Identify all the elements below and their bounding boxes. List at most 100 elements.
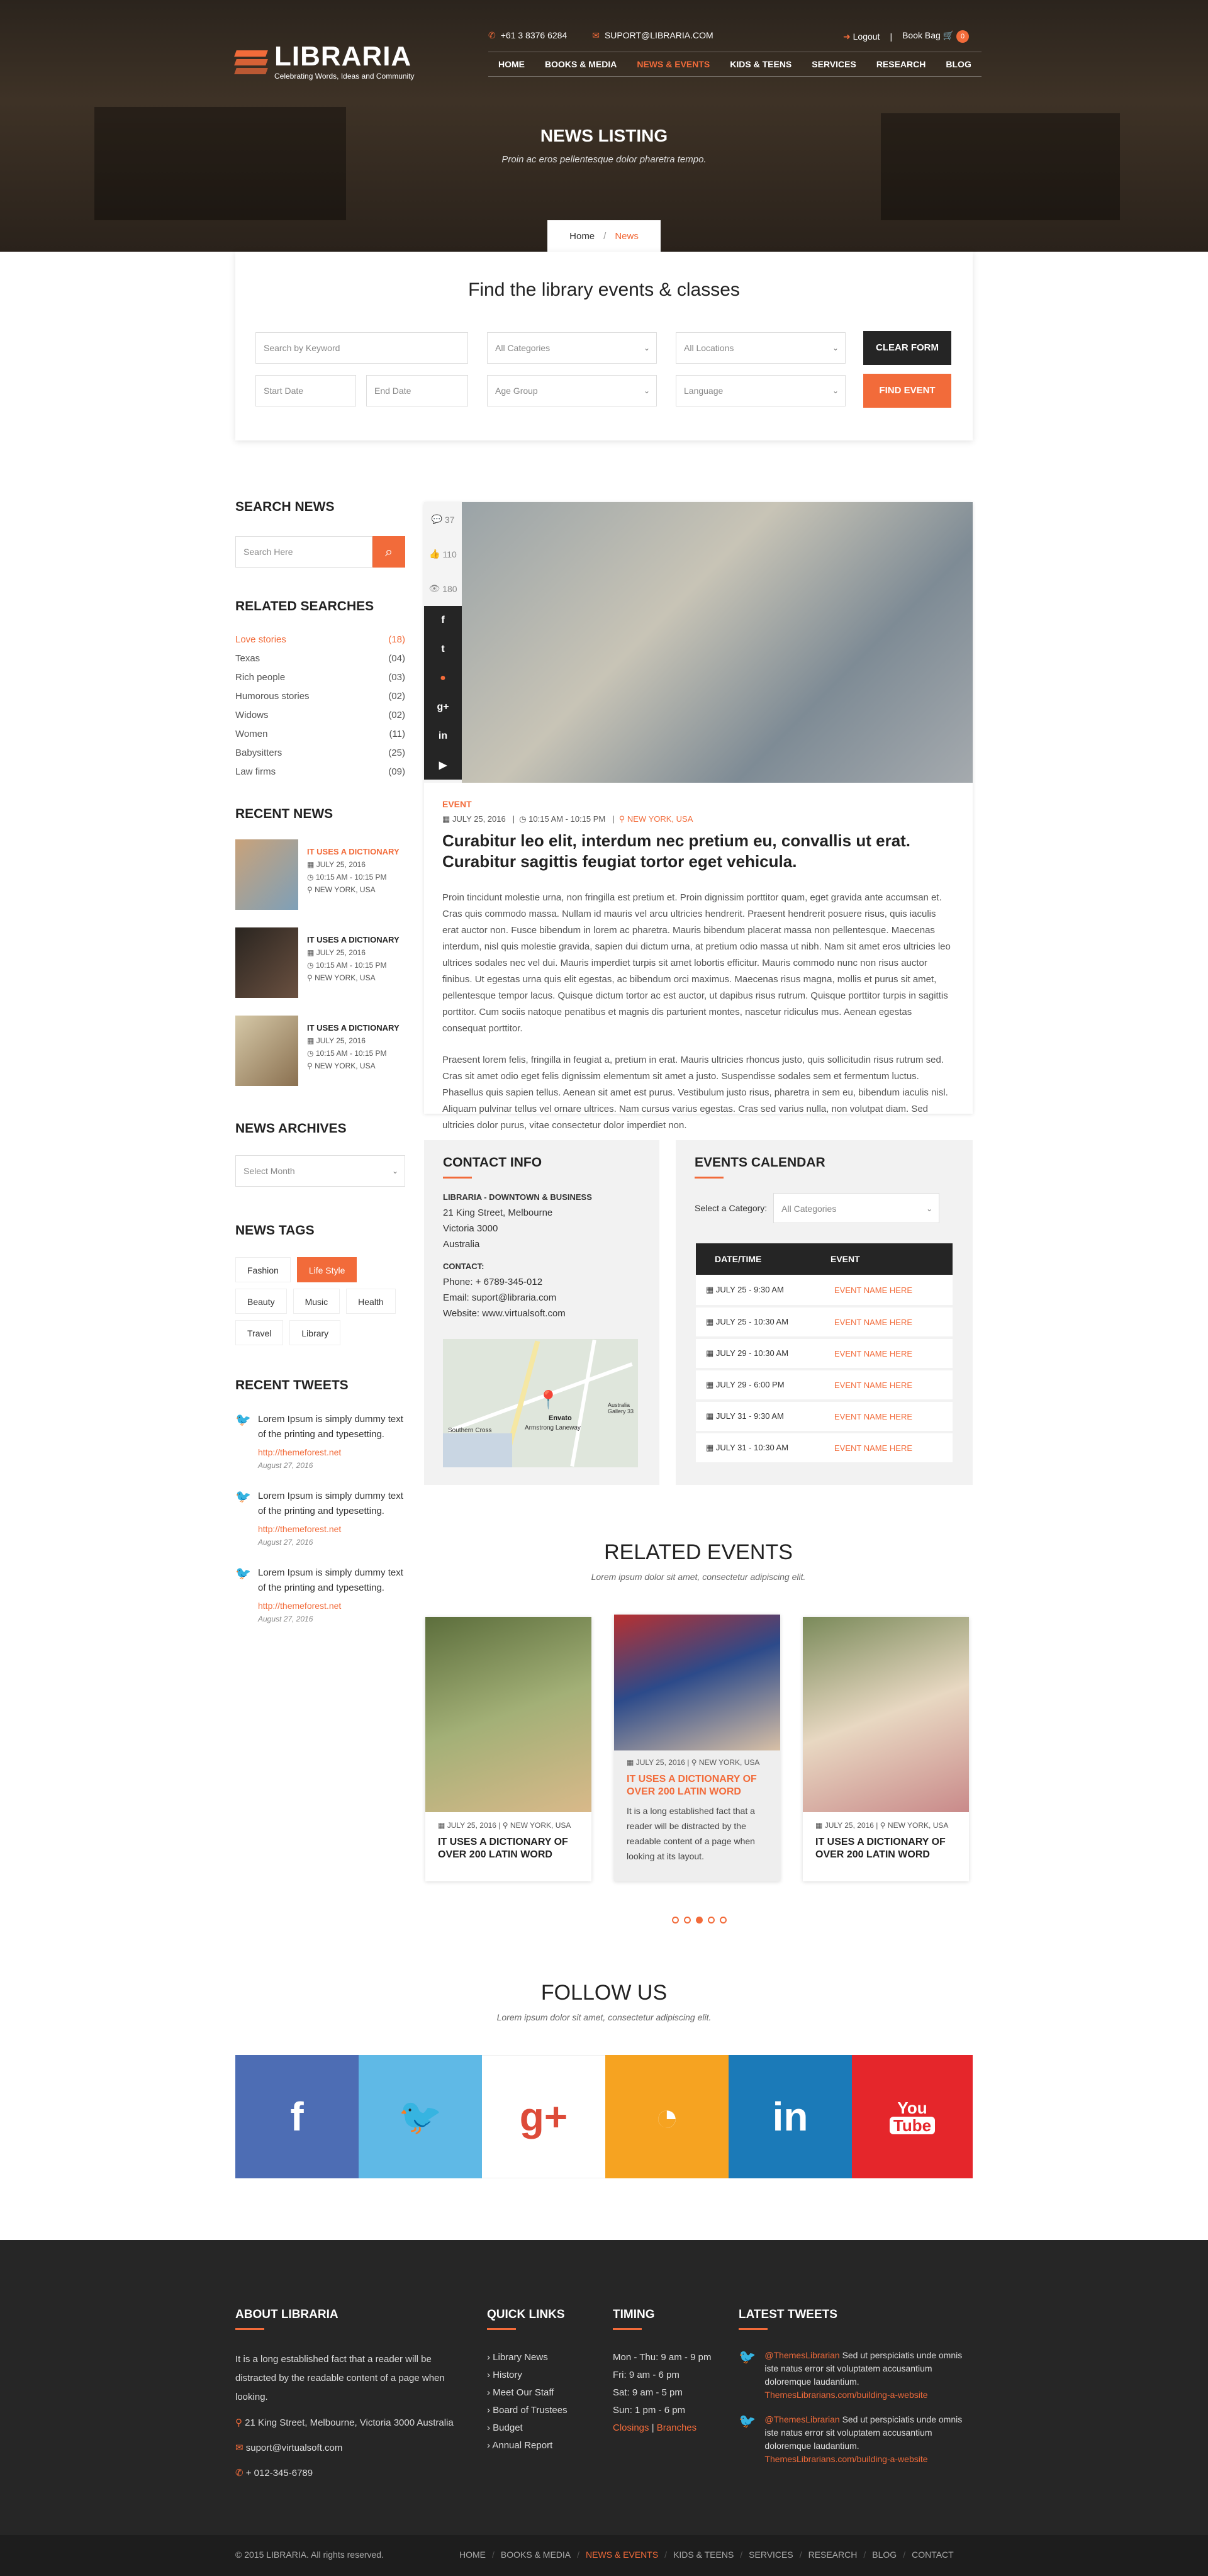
carousel-dot[interactable] <box>708 1917 715 1924</box>
footer-nav-blog[interactable]: BLOG <box>872 2550 897 2560</box>
footer-email[interactable]: ✉ suport@virtualsoft.com <box>235 2439 466 2457</box>
list-item[interactable]: Widows (02) <box>235 706 405 725</box>
archive-month-select[interactable]: Select Month ⌄ <box>235 1155 405 1187</box>
tag-health[interactable]: Health <box>346 1289 396 1314</box>
footer-link[interactable]: › Budget <box>487 2419 594 2437</box>
youtube-icon[interactable]: You Tube <box>852 2055 973 2178</box>
footer-link[interactable]: › Board of Trustees <box>487 2402 594 2419</box>
clear-form-button[interactable]: CLEAR FORM <box>863 331 951 365</box>
facebook-icon[interactable]: f <box>424 606 462 635</box>
rss-icon[interactable]: ◔ <box>605 2055 729 2178</box>
nav-kids-teens[interactable]: KIDS & TEENS <box>720 52 802 76</box>
footer-link[interactable]: › Library News <box>487 2349 594 2366</box>
list-item[interactable]: Love stories (18) <box>235 630 405 649</box>
facebook-icon[interactable]: f <box>235 2055 359 2178</box>
like-count[interactable]: 👍 110 <box>424 537 462 571</box>
carousel-dot[interactable] <box>684 1917 691 1924</box>
nav-services[interactable]: SERVICES <box>802 52 866 76</box>
search-icon[interactable]: ⌕ <box>372 536 405 568</box>
event-name[interactable]: EVENT NAME HERE <box>824 1306 953 1339</box>
table-row[interactable]: ▦ JULY 29 - 10:30 AM EVENT NAME HERE <box>696 1338 953 1370</box>
tweet-link[interactable]: http://themeforest.net <box>258 1598 405 1613</box>
related-event-card[interactable]: ▦ JULY 25, 2016 | ⚲ NEW YORK, USA IT USE… <box>425 1617 591 1881</box>
footer-nav-books-media[interactable]: BOOKS & MEDIA <box>501 2550 571 2560</box>
twitter-icon[interactable]: 🐦 <box>359 2055 482 2178</box>
contact-email[interactable]: Email: suport@libraria.com <box>443 1290 644 1306</box>
tweet-handle[interactable]: @ThemesLibrarian <box>764 2350 839 2360</box>
start-date-input[interactable]: Start Date <box>255 375 356 406</box>
calendar-category-select[interactable]: All Categories ⌄ <box>773 1193 940 1223</box>
event-name[interactable]: EVENT NAME HERE <box>824 1338 953 1370</box>
list-item[interactable]: Babysitters (25) <box>235 744 405 763</box>
list-item[interactable]: Law firms (09) <box>235 763 405 781</box>
find-event-button[interactable]: FIND EVENT <box>863 374 951 408</box>
nav-blog[interactable]: BLOG <box>936 52 981 76</box>
keyword-input[interactable]: Search by Keyword <box>255 332 468 364</box>
footer-link[interactable]: › History <box>487 2366 594 2384</box>
footer-nav-research[interactable]: RESEARCH <box>808 2550 858 2560</box>
footer-nav-services[interactable]: SERVICES <box>749 2550 793 2560</box>
comment-count[interactable]: 💬 37 <box>424 502 462 537</box>
tag-life-style[interactable]: Life Style <box>296 1257 357 1282</box>
nav-news-events[interactable]: NEWS & EVENTS <box>627 52 720 76</box>
event-title[interactable]: IT USES A DICTIONARY OF OVER 200 LATIN W… <box>627 1773 768 1798</box>
table-row[interactable]: ▦ JULY 25 - 9:30 AM EVENT NAME HERE <box>696 1275 953 1308</box>
contact-map[interactable]: 📍 Envato Armstrong Laneway Southern Cros… <box>443 1339 638 1467</box>
language-select[interactable]: Language ⌄ <box>676 375 846 406</box>
location-select[interactable]: All Locations ⌄ <box>676 332 846 364</box>
recent-news-item[interactable]: IT USES A DICTIONARY ▦ JULY 25, 2016 ◷ 1… <box>235 927 405 998</box>
nav-home[interactable]: HOME <box>488 52 535 76</box>
top-email[interactable]: ✉ SUPORT@LIBRARIA.COM <box>592 30 713 41</box>
tag-beauty[interactable]: Beauty <box>235 1289 287 1314</box>
carousel-dot[interactable] <box>720 1917 727 1924</box>
list-item[interactable]: Rich people (03) <box>235 668 405 687</box>
contact-website[interactable]: Website: www.virtualsoft.com <box>443 1306 644 1321</box>
footer-nav-kids-teens[interactable]: KIDS & TEENS <box>673 2550 734 2560</box>
footer-nav-news-events[interactable]: NEWS & EVENTS <box>586 2550 658 2560</box>
tweet-link[interactable]: ThemesLibrarians.com/building-a-website <box>764 2390 927 2400</box>
tweet-link[interactable]: http://themeforest.net <box>258 1445 405 1460</box>
tweet-link[interactable]: http://themeforest.net <box>258 1521 405 1537</box>
tag-library[interactable]: Library <box>289 1320 341 1345</box>
related-event-card-featured[interactable]: ▦ JULY 25, 2016 | ⚲ NEW YORK, USA IT USE… <box>614 1615 780 1881</box>
table-row[interactable]: ▦ JULY 29 - 6:00 PM EVENT NAME HERE <box>696 1369 953 1402</box>
recent-news-item[interactable]: IT USES A DICTIONARY ▦ JULY 25, 2016 ◷ 1… <box>235 839 405 910</box>
linkedin-icon[interactable]: in <box>424 722 462 751</box>
footer-link[interactable]: › Annual Report <box>487 2437 594 2455</box>
google-plus-icon[interactable]: g+ <box>482 2055 605 2178</box>
tag-music[interactable]: Music <box>293 1289 340 1314</box>
branches-link[interactable]: Branches <box>657 2422 696 2433</box>
event-name[interactable]: EVENT NAME HERE <box>824 1275 953 1308</box>
recent-news-item[interactable]: IT USES A DICTIONARY ▦ JULY 25, 2016 ◷ 1… <box>235 1016 405 1086</box>
table-row[interactable]: ▦ JULY 31 - 10:30 AM EVENT NAME HERE <box>696 1432 953 1465</box>
event-name[interactable]: EVENT NAME HERE <box>824 1369 953 1402</box>
list-item[interactable]: Women (11) <box>235 725 405 744</box>
related-event-card[interactable]: ▦ JULY 25, 2016 | ⚲ NEW YORK, USA IT USE… <box>803 1617 969 1881</box>
list-item[interactable]: Humorous stories (02) <box>235 687 405 706</box>
event-name[interactable]: EVENT NAME HERE <box>824 1401 953 1433</box>
carousel-dot-active[interactable] <box>696 1917 703 1924</box>
tweet-link[interactable]: ThemesLibrarians.com/building-a-website <box>764 2454 927 2464</box>
table-row[interactable]: ▦ JULY 31 - 9:30 AM EVENT NAME HERE <box>696 1401 953 1433</box>
article-title[interactable]: Curabitur leo elit, interdum nec pretium… <box>442 831 953 872</box>
site-logo[interactable]: LIBRARIA Celebrating Words, Ideas and Co… <box>234 43 415 81</box>
google-plus-icon[interactable]: g+ <box>424 693 462 722</box>
table-row[interactable]: ▦ JULY 25 - 10:30 AM EVENT NAME HERE <box>696 1306 953 1339</box>
nav-research[interactable]: RESEARCH <box>866 52 936 76</box>
breadcrumb-home[interactable]: Home <box>569 231 595 242</box>
footer-nav-contact[interactable]: CONTACT <box>912 2550 954 2560</box>
carousel-dot[interactable] <box>672 1917 679 1924</box>
footer-link[interactable]: › Meet Our Staff <box>487 2384 594 2402</box>
youtube-icon[interactable]: ▶ <box>424 751 462 780</box>
book-bag-link[interactable]: Book Bag 🛒 0 <box>902 30 970 43</box>
footer-nav-home[interactable]: HOME <box>459 2550 486 2560</box>
logout-link[interactable]: ➜ Logout <box>843 31 880 42</box>
end-date-input[interactable]: End Date <box>366 375 468 406</box>
age-group-select[interactable]: Age Group ⌄ <box>487 375 657 406</box>
event-title[interactable]: IT USES A DICTIONARY OF OVER 200 LATIN W… <box>815 1836 956 1861</box>
tweet-handle[interactable]: @ThemesLibrarian <box>764 2414 839 2424</box>
twitter-icon[interactable]: t <box>424 635 462 664</box>
tag-fashion[interactable]: Fashion <box>235 1257 291 1282</box>
sidebar-search-input[interactable]: Search Here <box>235 536 372 568</box>
closings-link[interactable]: Closings <box>613 2422 649 2433</box>
